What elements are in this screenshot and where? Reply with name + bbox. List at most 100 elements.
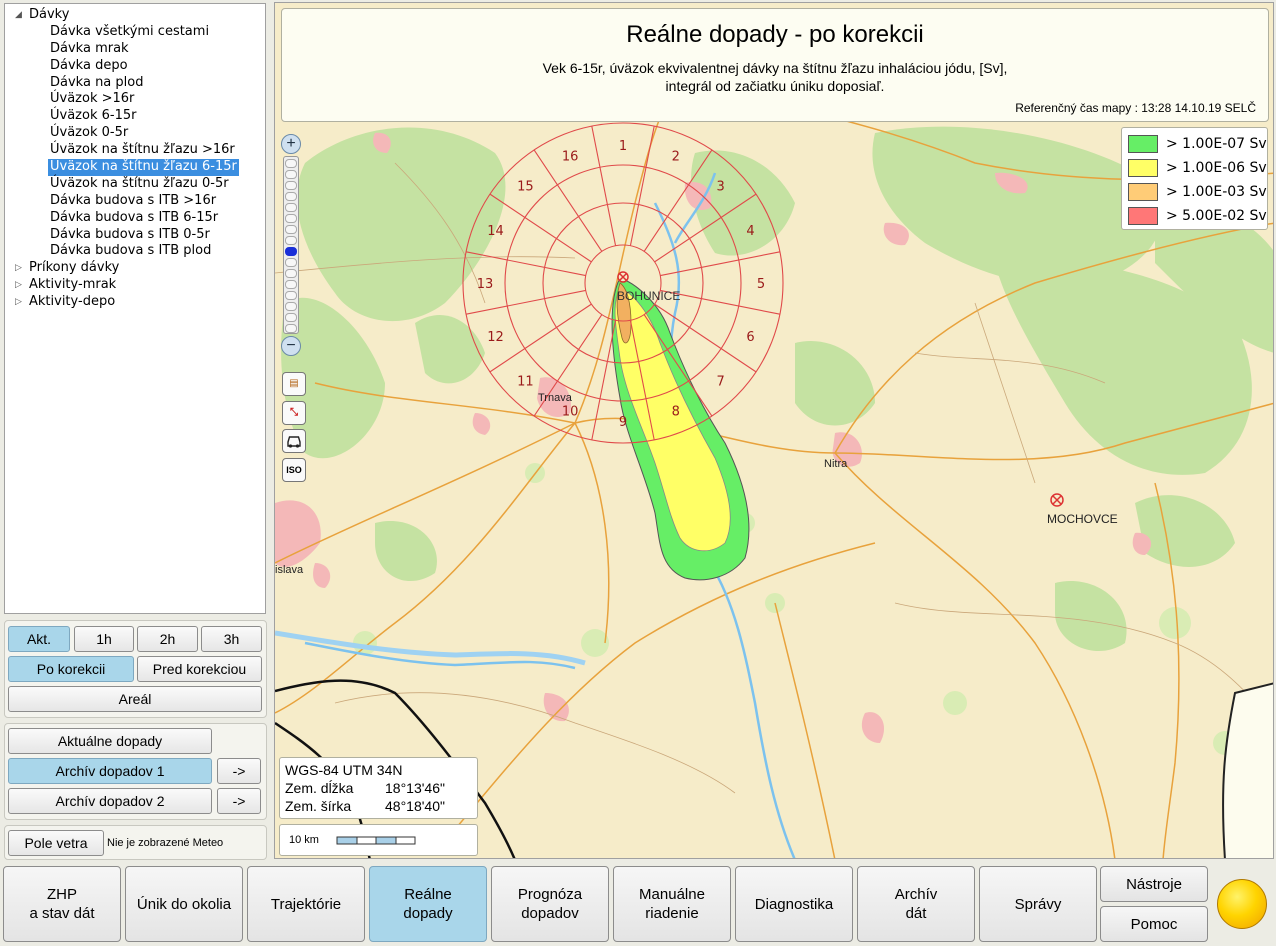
collapsed-arrow-icon[interactable]: ▷ [15,277,22,294]
sector-number: 8 [672,404,680,419]
zoom-level-tick[interactable] [285,181,297,190]
manual-control-button[interactable]: Manuálne riadenie [613,866,731,942]
tree-node[interactable]: ▷ Príkony dávky [5,260,265,277]
zoom-level-tick[interactable] [285,214,297,223]
collapsed-arrow-icon[interactable]: ▷ [15,260,22,277]
legend-swatch [1128,183,1158,201]
tree-leaf[interactable]: Dávka na plod [5,75,265,92]
trajectories-button[interactable]: Trajektórie [247,866,365,942]
release-button[interactable]: Únik do okolia [125,866,243,942]
sector-number: 15 [517,179,534,194]
plant-marker-mochovce [1050,493,1064,507]
tree-node-label: Aktivity-mrak [29,277,117,293]
zoom-level-tick[interactable] [285,324,297,333]
archive-2-button[interactable]: Archív dopadov 2 [8,788,212,814]
zoom-level-tick[interactable] [285,225,297,234]
zoom-level-tick[interactable] [285,291,297,300]
scale-bar-box: 10 km [279,824,478,856]
zoom-level-tick[interactable] [285,236,297,245]
layers-tool-button[interactable]: ▤ [282,372,306,396]
time-button-1h[interactable]: 1h [74,626,134,652]
legend-label: > 1.00E-03 Sv [1166,184,1267,200]
before-correction-button[interactable]: Pred korekciou [137,656,262,682]
time-button-3h[interactable]: 3h [201,626,262,652]
expanded-arrow-icon[interactable]: ◢ [15,7,22,24]
tree-leaf[interactable]: Dávka budova s ITB 0-5r [5,227,265,244]
tree-leaf[interactable]: Úväzok >16r [5,91,265,108]
tree-node[interactable]: ◢ Dávky [5,7,265,24]
zoom-in-button[interactable]: + [281,134,301,154]
latitude-label: Zem. šírka [285,798,352,814]
tree-leaf[interactable]: Úväzok na štítnu žľazu 6-15r [5,159,265,176]
map-title-box: Reálne dopady - po korekcii Vek 6-15r, ú… [281,8,1269,122]
diagnostics-button[interactable]: Diagnostika [735,866,853,942]
archive-1-button[interactable]: Archív dopadov 1 [8,758,212,784]
zoom-level-tick[interactable] [285,280,297,289]
place-mochovce: MOCHOVCE [1047,512,1118,526]
collapsed-arrow-icon[interactable]: ▷ [15,294,22,311]
place-bratislava: islava [275,564,304,576]
map-subtitle-1: Vek 6-15r, úväzok ekvivalentnej dávky na… [542,60,1008,76]
zoom-out-button[interactable]: − [281,336,301,356]
layers-icon: ▤ [289,378,299,389]
current-impacts-button[interactable]: Aktuálne dopady [8,728,212,754]
zoom-level-tick[interactable] [285,247,297,256]
help-button[interactable]: Pomoc [1100,906,1208,942]
zoom-level-tick[interactable] [285,302,297,311]
messages-button[interactable]: Správy [979,866,1097,942]
sector-number: 6 [746,330,754,345]
archive-1-arrow-button[interactable]: -> [217,758,261,784]
map-view[interactable]: 1 2 3 4 5 6 7 8 9 10 11 12 13 14 15 16 BOHUNICE Trnava … [274,2,1274,859]
tree-leaf[interactable]: Dávka všetkými cestami [5,24,265,41]
legend-swatch [1128,159,1158,177]
zoom-level-tick[interactable] [285,159,297,168]
impacts-group: Aktuálne dopady Archív dopadov 1 -> Arch… [4,723,267,820]
tree-leaf-label: Úväzok 6-15r [50,108,137,124]
time-button-akt[interactable]: Akt. [8,626,70,652]
car-tool-button[interactable] [282,429,306,453]
legend-item: > 1.00E-06 Sv [1122,156,1267,180]
wind-field-button[interactable]: Pole vetra [8,830,104,856]
tools-button[interactable]: Nástroje [1100,866,1208,902]
tree-leaf[interactable]: Dávka mrak [5,41,265,58]
areal-button[interactable]: Areál [8,686,262,712]
zoom-level-tick[interactable] [285,203,297,212]
legend-item: > 1.00E-07 Sv [1122,132,1267,156]
tree-node[interactable]: ▷ Aktivity-mrak [5,277,265,294]
zoom-level-tick[interactable] [285,269,297,278]
tree-leaf[interactable]: Úväzok 0-5r [5,125,265,142]
zoom-level-tick[interactable] [285,313,297,322]
tree-leaf[interactable]: Úväzok 6-15r [5,108,265,125]
zoom-level-tick[interactable] [285,258,297,267]
time-button-2h[interactable]: 2h [137,626,198,652]
zoom-control[interactable]: + − [279,134,303,356]
sector-number: 11 [517,375,534,390]
tree-leaf[interactable]: Dávka budova s ITB >16r [5,193,265,210]
real-impacts-button[interactable]: Reálne dopady [369,866,487,942]
tree-leaf[interactable]: Úväzok na štítnu žľazu >16r [5,142,265,159]
longitude-label: Zem. dĺžka [285,780,354,796]
forecast-button[interactable]: Prognóza dopadov [491,866,609,942]
zoom-level-tick[interactable] [285,170,297,179]
tree-leaf-label: Dávka všetkými cestami [50,23,210,39]
tree-leaf-label: Dávka budova s ITB 0-5r [50,226,210,242]
coordinate-box: WGS-84 UTM 34N Zem. dĺžka 18°13'46" Zem. … [279,757,478,819]
tree-leaf[interactable]: Dávka budova s ITB plod [5,243,265,260]
tree-leaf[interactable]: Dávka budova s ITB 6-15r [5,210,265,227]
zhp-button[interactable]: ZHP a stav dát [3,866,121,942]
layer-tree[interactable]: ◢ Dávky Dávka všetkými cestami Dávka mrak Dá… [4,3,266,614]
measure-tool-button[interactable]: ⤡ [282,401,306,425]
tree-node[interactable]: ▷ Aktivity-depo [5,294,265,311]
tree-leaf-label: Úväzok na štítnu žľazu 0-5r [50,175,229,191]
data-archive-button[interactable]: Archív dát [857,866,975,942]
legend-label: > 1.00E-06 Sv [1166,160,1267,176]
after-correction-button[interactable]: Po korekcii [8,656,134,682]
archive-2-arrow-button[interactable]: -> [217,788,261,814]
iso-tool-button[interactable]: ISO [282,458,306,482]
tree-leaf[interactable]: Úväzok na štítnu žľazu 0-5r [5,176,265,193]
map-title: Reálne dopady - po korekcii [626,21,924,48]
tree-leaf[interactable]: Dávka depo [5,58,265,75]
zoom-level-tick[interactable] [285,192,297,201]
zoom-slider[interactable] [283,156,299,334]
legend-item: > 1.00E-03 Sv [1122,180,1267,204]
